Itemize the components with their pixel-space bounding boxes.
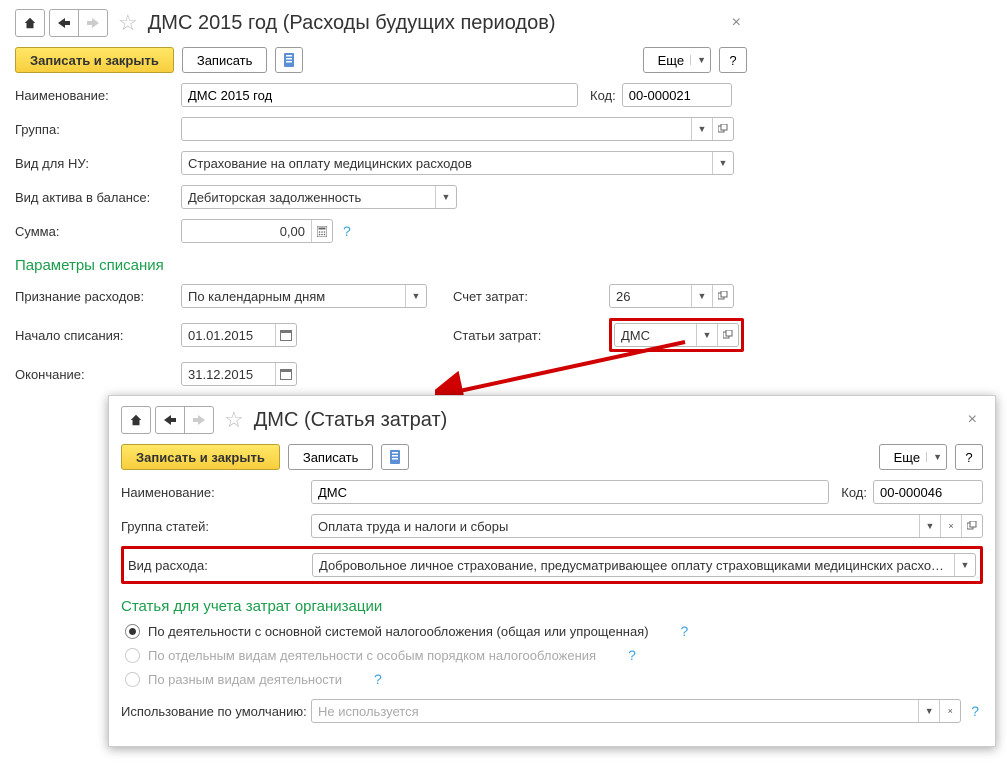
articles-label: Статьи затрат: [453,328,603,343]
help-icon[interactable]: ? [677,623,693,639]
help-icon[interactable]: ? [967,703,983,719]
help-icon[interactable]: ? [624,647,640,663]
save-close-button[interactable]: Записать и закрыть [15,47,174,73]
amount-field[interactable]: 0,00 [181,219,333,243]
name-label: Наименование: [121,485,305,500]
asset-type-combo[interactable]: Дебиторская задолженность ▼ [181,185,457,209]
recognition-label: Признание расходов: [15,289,175,304]
report-button[interactable] [381,444,409,470]
radio-main-tax[interactable]: По деятельности с основной системой нало… [125,623,983,639]
back-button[interactable] [49,9,79,37]
name-field[interactable] [181,83,578,107]
recognition-combo[interactable]: По календарным дням ▼ [181,284,427,308]
name-field[interactable] [311,480,829,504]
org-costs-section-title: Статья для учета затрат организации [121,598,983,615]
amount-label: Сумма: [15,224,175,239]
group-label: Группа: [15,122,175,137]
group-label: Группа статей: [121,519,305,534]
dropdown-icon[interactable]: ▼ [691,118,712,140]
end-date-field[interactable]: 31.12.2015 [181,362,297,386]
clear-icon[interactable]: × [940,515,961,537]
open-icon[interactable] [712,118,733,140]
help-button[interactable]: ? [719,47,747,73]
dropdown-icon[interactable]: ▼ [405,285,426,307]
dropdown-icon[interactable]: ▼ [691,285,712,307]
back-button[interactable] [155,406,185,434]
help-icon[interactable]: ? [339,223,355,239]
open-icon[interactable] [717,324,738,346]
code-field[interactable] [622,83,732,107]
expense-type-label: Вид расхода: [128,558,306,573]
code-label: Код: [590,88,616,103]
end-label: Окончание: [15,367,175,382]
more-button[interactable]: Еще▼ [643,47,711,73]
nu-type-label: Вид для НУ: [15,156,175,171]
dropdown-icon[interactable]: ▼ [954,554,975,576]
radio-mixed: По разным видам деятельности ? [125,671,983,687]
subwindow-title: ДМС (Статья затрат) [254,409,448,432]
calendar-icon[interactable] [275,363,296,385]
default-use-label: Использование по умолчанию: [121,704,305,719]
save-button[interactable]: Записать [182,47,268,73]
code-field[interactable] [873,480,983,504]
favorite-star-icon[interactable]: ☆ [224,407,244,433]
window-title: ДМС 2015 год (Расходы будущих периодов) [148,12,556,35]
start-label: Начало списания: [15,328,175,343]
open-icon[interactable] [961,515,982,537]
start-date-field[interactable]: 01.01.2015 [181,323,297,347]
writeoff-section-title: Параметры списания [15,257,1002,274]
close-button[interactable]: × [726,14,747,32]
code-label: Код: [841,485,867,500]
default-use-combo[interactable]: Не используется ▼ × [311,699,961,723]
help-button[interactable]: ? [955,444,983,470]
radio-special-tax: По отдельным видам деятельности с особым… [125,647,983,663]
help-icon[interactable]: ? [370,671,386,687]
clear-icon[interactable]: × [939,700,960,722]
group-combo[interactable]: Оплата труда и налоги и сборы ▼ × [311,514,983,538]
expense-type-combo[interactable]: Добровольное личное страхование, предусм… [312,553,976,577]
account-label: Счет затрат: [453,289,603,304]
articles-combo[interactable]: ДМС ▼ [614,323,739,347]
calculator-icon[interactable] [311,220,332,242]
nu-type-combo[interactable]: Страхование на оплату медицинских расход… [181,151,734,175]
account-combo[interactable]: 26 ▼ [609,284,734,308]
asset-type-label: Вид актива в балансе: [15,190,175,205]
group-combo[interactable]: ▼ [181,117,734,141]
forward-button [185,406,214,434]
home-button[interactable] [121,406,151,434]
report-button[interactable] [275,47,303,73]
dropdown-icon[interactable]: ▼ [435,186,456,208]
favorite-star-icon[interactable]: ☆ [118,10,138,36]
open-icon[interactable] [712,285,733,307]
close-button[interactable]: × [962,411,983,429]
dropdown-icon[interactable]: ▼ [712,152,733,174]
dropdown-icon[interactable]: ▼ [696,324,717,346]
dropdown-icon[interactable]: ▼ [919,515,940,537]
more-button[interactable]: Еще▼ [879,444,947,470]
forward-button [79,9,108,37]
name-label: Наименование: [15,88,175,103]
save-close-button[interactable]: Записать и закрыть [121,444,280,470]
dropdown-icon[interactable]: ▼ [918,700,939,722]
calendar-icon[interactable] [275,324,296,346]
home-button[interactable] [15,9,45,37]
save-button[interactable]: Записать [288,444,374,470]
